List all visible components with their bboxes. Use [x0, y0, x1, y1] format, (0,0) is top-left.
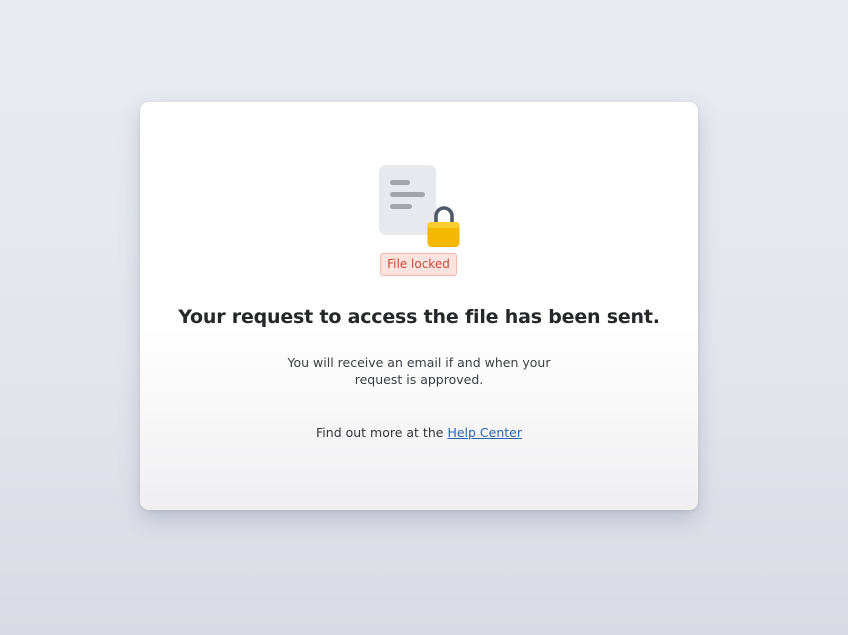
help-center-link[interactable]: Help Center	[447, 425, 522, 440]
help-line: Find out more at the Help Center	[140, 425, 698, 440]
file-locked-badge: File locked	[380, 253, 457, 276]
confirmation-message: You will receive an email if and when yo…	[287, 355, 551, 387]
document-icon	[379, 165, 460, 247]
page-title: Your request to access the file has been…	[178, 306, 660, 328]
help-prefix-text: Find out more at the	[316, 425, 444, 440]
locked-file-illustration	[379, 164, 461, 248]
access-request-card: File locked Your request to access the f…	[140, 102, 698, 510]
